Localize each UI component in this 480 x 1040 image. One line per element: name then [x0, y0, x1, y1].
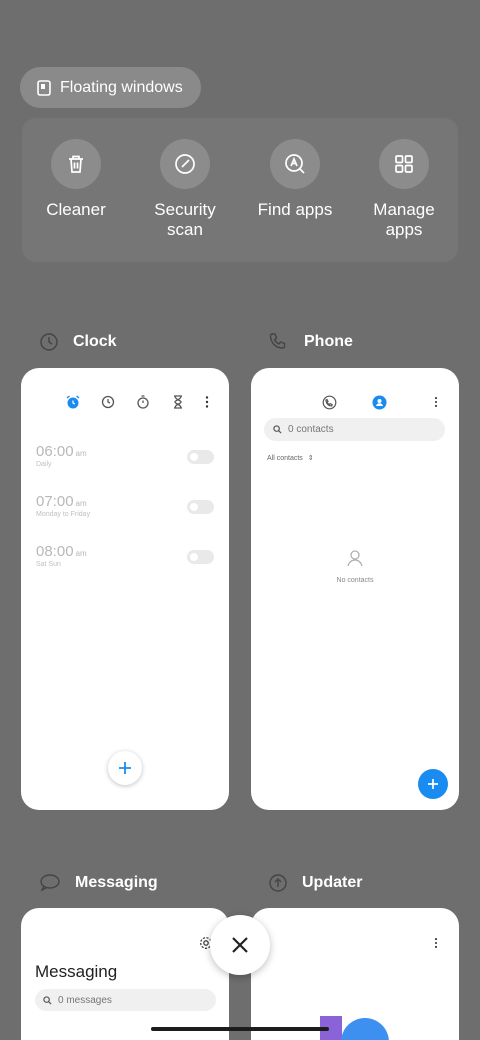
- updater-card[interactable]: [251, 908, 459, 1040]
- messaging-card[interactable]: Messaging 0 messages: [21, 908, 229, 1040]
- quick-actions-panel: Cleaner Security scan Find apps Manage a…: [22, 118, 458, 262]
- floating-window-icon: [37, 79, 51, 96]
- phone-card[interactable]: 0 contacts All contacts ⇕ No contacts: [251, 368, 459, 810]
- contacts-filter-dropdown[interactable]: All contacts ⇕: [267, 454, 314, 462]
- clock-tabs: [21, 394, 229, 410]
- find-apps-label: Find apps: [257, 200, 333, 219]
- phone-app-name: Phone: [304, 333, 353, 350]
- timer-tab-icon[interactable]: [170, 394, 186, 410]
- search-icon: [273, 425, 282, 434]
- security-scan-icon: [160, 139, 210, 189]
- sort-arrows-icon: ⇕: [307, 455, 314, 462]
- phone-header: Phone: [268, 332, 353, 352]
- messages-search-input[interactable]: 0 messages: [35, 989, 216, 1011]
- find-apps-icon: [270, 139, 320, 189]
- clock-header: Clock: [39, 332, 117, 352]
- updater-app-name: Updater: [302, 874, 363, 891]
- add-alarm-button[interactable]: [108, 751, 142, 785]
- more-options-icon[interactable]: [429, 395, 443, 409]
- floating-windows-button[interactable]: Floating windows: [20, 67, 201, 108]
- message-bubble-icon: [40, 874, 60, 892]
- contacts-search-input[interactable]: 0 contacts: [264, 418, 445, 441]
- update-icon: [269, 874, 287, 892]
- alarm-tab-icon[interactable]: [65, 394, 81, 410]
- messages-search-placeholder: 0 messages: [58, 994, 112, 1006]
- floating-windows-label: Floating windows: [60, 78, 183, 96]
- close-all-button[interactable]: [210, 915, 270, 975]
- grid-icon: [379, 139, 429, 189]
- more-options-icon[interactable]: [199, 394, 215, 410]
- alarm-ampm: am: [75, 549, 87, 558]
- messaging-header: Messaging: [39, 873, 158, 893]
- alarm-time: 07:00: [36, 493, 74, 510]
- clock-app-name: Clock: [73, 333, 117, 350]
- clock-card[interactable]: 06:00 am Daily 07:00 am Monday to Friday 0…: [21, 368, 229, 810]
- person-icon: [347, 550, 363, 567]
- more-options-icon[interactable]: [429, 936, 443, 950]
- alarm-time: 08:00: [36, 543, 74, 560]
- contacts-tab-icon[interactable]: [372, 395, 387, 410]
- alarm-toggle[interactable]: [187, 550, 214, 564]
- updater-header: Updater: [268, 873, 362, 893]
- add-contact-button[interactable]: [418, 769, 448, 799]
- plus-icon: [119, 762, 131, 774]
- plus-icon: [428, 779, 438, 789]
- alarm-time: 06:00: [36, 443, 74, 460]
- phone-icon: [269, 333, 286, 349]
- contacts-filter-label: All contacts: [267, 455, 303, 462]
- find-apps-button[interactable]: Find apps: [245, 139, 345, 220]
- home-indicator[interactable]: [151, 1027, 329, 1031]
- update-illustration: [320, 1016, 389, 1040]
- contacts-search-placeholder: 0 contacts: [288, 424, 334, 435]
- clock-icon: [40, 333, 58, 351]
- close-icon: [232, 937, 248, 953]
- no-contacts-placeholder: No contacts: [251, 548, 459, 584]
- security-scan-button[interactable]: Security scan: [135, 139, 235, 240]
- alarm-ampm: am: [75, 449, 87, 458]
- manage-apps-label: Manage apps: [373, 200, 435, 239]
- security-scan-label: Security scan: [154, 200, 216, 239]
- manage-apps-button[interactable]: Manage apps: [354, 139, 454, 240]
- cleaner-label: Cleaner: [46, 200, 106, 219]
- alarm-toggle[interactable]: [187, 500, 214, 514]
- messaging-app-name: Messaging: [75, 874, 158, 891]
- trash-icon: [51, 139, 101, 189]
- cleaner-button[interactable]: Cleaner: [26, 139, 126, 220]
- world-clock-tab-icon[interactable]: [100, 394, 116, 410]
- messaging-title: Messaging: [35, 962, 118, 981]
- stopwatch-tab-icon[interactable]: [135, 394, 151, 410]
- no-contacts-text: No contacts: [336, 577, 374, 584]
- alarm-toggle[interactable]: [187, 450, 214, 464]
- alarm-ampm: am: [75, 499, 87, 508]
- search-icon: [43, 995, 52, 1005]
- call-log-tab-icon[interactable]: [322, 395, 337, 410]
